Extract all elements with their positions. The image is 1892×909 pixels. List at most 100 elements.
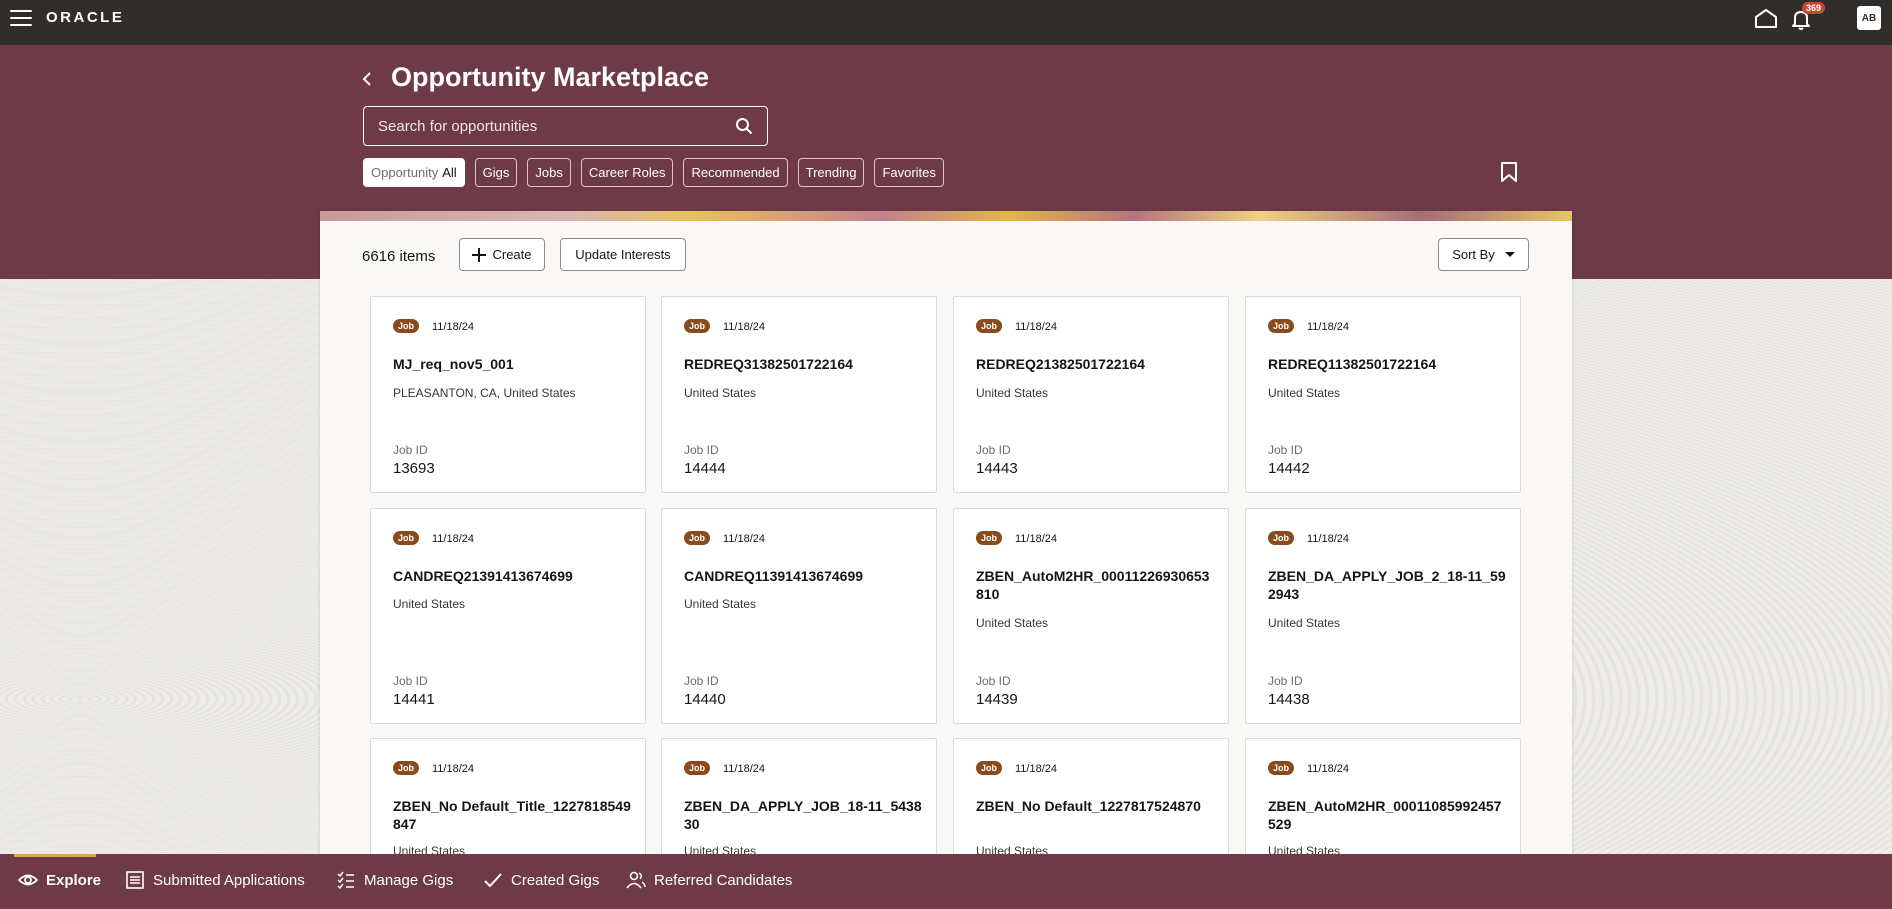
job-type-badge: Job <box>1268 761 1295 775</box>
oracle-logo[interactable]: ORACLE <box>46 9 124 26</box>
items-count: 6616 items <box>362 248 436 265</box>
checkmark-icon <box>484 873 502 888</box>
active-tab-indicator <box>14 854 96 857</box>
opportunity-filters: Opportunity All Gigs Jobs Career Roles R… <box>363 158 944 187</box>
job-type-badge: Job <box>684 531 711 545</box>
plus-icon <box>472 247 487 262</box>
opportunity-location: United States <box>393 844 466 854</box>
opportunity-card[interactable]: Job 11/18/24 ZBEN_DA_APPLY_JOB_18-11_54383… <box>661 738 937 854</box>
create-button[interactable]: Create <box>459 238 545 271</box>
opportunity-title[interactable]: ZBEN_AutoM2HR_00011085992457529 <box>1268 797 1508 833</box>
nav-manage-gigs[interactable]: Manage Gigs <box>336 870 453 890</box>
opportunity-card[interactable]: Job 11/18/24 MJ_req_nov5_001 PLEASANTON, CA… <box>370 296 646 493</box>
sort-by-button[interactable]: Sort By <box>1438 238 1529 271</box>
menu-icon[interactable] <box>10 9 32 27</box>
opportunity-title[interactable]: REDREQ31382501722164 <box>684 355 924 373</box>
job-id-label: Job ID <box>1268 443 1303 457</box>
opportunity-card[interactable]: Job 11/18/24 CANDREQ21391413674699 United S… <box>370 508 646 724</box>
job-type-badge: Job <box>684 319 711 333</box>
nav-created-gigs-label: Created Gigs <box>511 871 600 889</box>
opportunity-location: United States <box>393 597 466 611</box>
eye-icon <box>18 874 38 886</box>
create-button-label: Create <box>492 247 532 262</box>
posted-date: 11/18/24 <box>1015 763 1058 775</box>
opportunity-location: United States <box>1268 386 1341 400</box>
opportunity-title[interactable]: CANDREQ11391413674699 <box>684 567 924 585</box>
back-chevron-icon[interactable] <box>360 70 374 88</box>
posted-date: 11/18/24 <box>723 763 766 775</box>
job-id-value: 14440 <box>684 691 726 708</box>
job-id-value: 14443 <box>976 460 1018 477</box>
filter-chip-gigs[interactable]: Gigs <box>474 158 518 187</box>
opportunity-title[interactable]: ZBEN_No Default_1227817524870 <box>976 797 1216 815</box>
filter-chip-career-roles[interactable]: Career Roles <box>580 158 674 187</box>
opportunity-card[interactable]: Job 11/18/24 REDREQ31382501722164 United St… <box>661 296 937 493</box>
nav-submitted-applications-label: Submitted Applications <box>153 871 305 889</box>
opportunity-card[interactable]: Job 11/18/24 REDREQ11382501722164 United St… <box>1245 296 1521 493</box>
opportunity-location: United States <box>1268 616 1341 630</box>
update-interests-button[interactable]: Update Interests <box>560 238 686 271</box>
job-id-value: 14442 <box>1268 460 1310 477</box>
list-document-icon <box>126 871 144 889</box>
filter-chip-all[interactable]: Opportunity All <box>363 158 465 187</box>
job-id-label: Job ID <box>684 674 719 688</box>
nav-explore[interactable]: Explore <box>18 870 101 890</box>
opportunity-card[interactable]: Job 11/18/24 ZBEN_AutoM2HR_000112269306538… <box>953 508 1229 724</box>
home-icon[interactable] <box>1754 8 1778 28</box>
nav-referred-candidates-label: Referred Candidates <box>654 871 793 889</box>
opportunity-title[interactable]: ZBEN_No Default_Title_1227818549847 <box>393 797 633 833</box>
search-input[interactable] <box>364 107 767 145</box>
posted-date: 11/18/24 <box>1015 321 1058 333</box>
opportunity-title[interactable]: REDREQ11382501722164 <box>1268 355 1508 373</box>
filter-chip-label: All <box>442 165 457 180</box>
sort-by-label: Sort By <box>1452 247 1495 262</box>
job-id-label: Job ID <box>393 443 428 457</box>
job-type-badge: Job <box>1268 319 1295 333</box>
filter-chip-recommended[interactable]: Recommended <box>683 158 788 187</box>
opportunity-title[interactable]: ZBEN_DA_APPLY_JOB_18-11_543830 <box>684 797 924 833</box>
job-id-value: 14444 <box>684 460 726 477</box>
opportunity-title[interactable]: ZBEN_DA_APPLY_JOB_2_18-11_592943 <box>1268 567 1508 603</box>
page-title: Opportunity Marketplace <box>391 62 710 92</box>
nav-explore-label: Explore <box>46 871 102 889</box>
job-type-badge: Job <box>976 761 1003 775</box>
nav-created-gigs[interactable]: Created Gigs <box>483 870 599 890</box>
opportunity-location: United States <box>976 386 1049 400</box>
filter-chip-favorites[interactable]: Favorites <box>874 158 944 187</box>
opportunity-title[interactable]: CANDREQ21391413674699 <box>393 567 633 585</box>
opportunity-location: United States <box>684 844 757 854</box>
opportunity-location: United States <box>684 597 757 611</box>
opportunity-title[interactable]: MJ_req_nov5_001 <box>393 355 633 373</box>
opportunity-card[interactable]: Job 11/18/24 REDREQ21382501722164 United St… <box>953 296 1229 493</box>
job-type-badge: Job <box>976 319 1003 333</box>
job-type-badge: Job <box>393 319 420 333</box>
job-id-label: Job ID <box>393 674 428 688</box>
filter-chip-trending[interactable]: Trending <box>797 158 865 187</box>
caret-down-icon <box>1504 252 1515 257</box>
posted-date: 11/18/24 <box>432 763 475 775</box>
opportunity-title[interactable]: REDREQ21382501722164 <box>976 355 1216 373</box>
bookmark-icon[interactable] <box>1500 161 1518 183</box>
checklist-icon <box>337 871 354 890</box>
job-id-label: Job ID <box>976 674 1011 688</box>
job-type-badge: Job <box>976 531 1003 545</box>
nav-manage-gigs-label: Manage Gigs <box>364 871 454 889</box>
filter-chip-jobs[interactable]: Jobs <box>527 158 571 187</box>
job-id-value: 14439 <box>976 691 1018 708</box>
opportunity-card[interactable]: Job 11/18/24 ZBEN_DA_APPLY_JOB_2_18-11_592… <box>1245 508 1521 724</box>
job-id-value: 13693 <box>393 460 435 477</box>
user-avatar[interactable]: AB <box>1857 6 1881 30</box>
opportunity-title[interactable]: ZBEN_AutoM2HR_00011226930653810 <box>976 567 1216 603</box>
opportunity-card[interactable]: Job 11/18/24 CANDREQ11391413674699 United S… <box>661 508 937 724</box>
posted-date: 11/18/24 <box>1307 533 1350 545</box>
nav-referred-candidates[interactable]: Referred Candidates <box>626 870 792 890</box>
opportunity-card[interactable]: Job 11/18/24 ZBEN_No Default_1227817524870… <box>953 738 1229 854</box>
nav-submitted-applications[interactable]: Submitted Applications <box>125 870 305 890</box>
panel-decoration <box>320 211 1572 221</box>
posted-date: 11/18/24 <box>432 533 475 545</box>
opportunity-card[interactable]: Job 11/18/24 ZBEN_AutoM2HR_000110859924575… <box>1245 738 1521 854</box>
top-bar: ORACLE 369 AB <box>0 0 1892 45</box>
opportunity-card[interactable]: Job 11/18/24 ZBEN_No Default_Title_1227818… <box>370 738 646 854</box>
job-type-badge: Job <box>1268 531 1295 545</box>
search-icon[interactable] <box>735 117 753 135</box>
